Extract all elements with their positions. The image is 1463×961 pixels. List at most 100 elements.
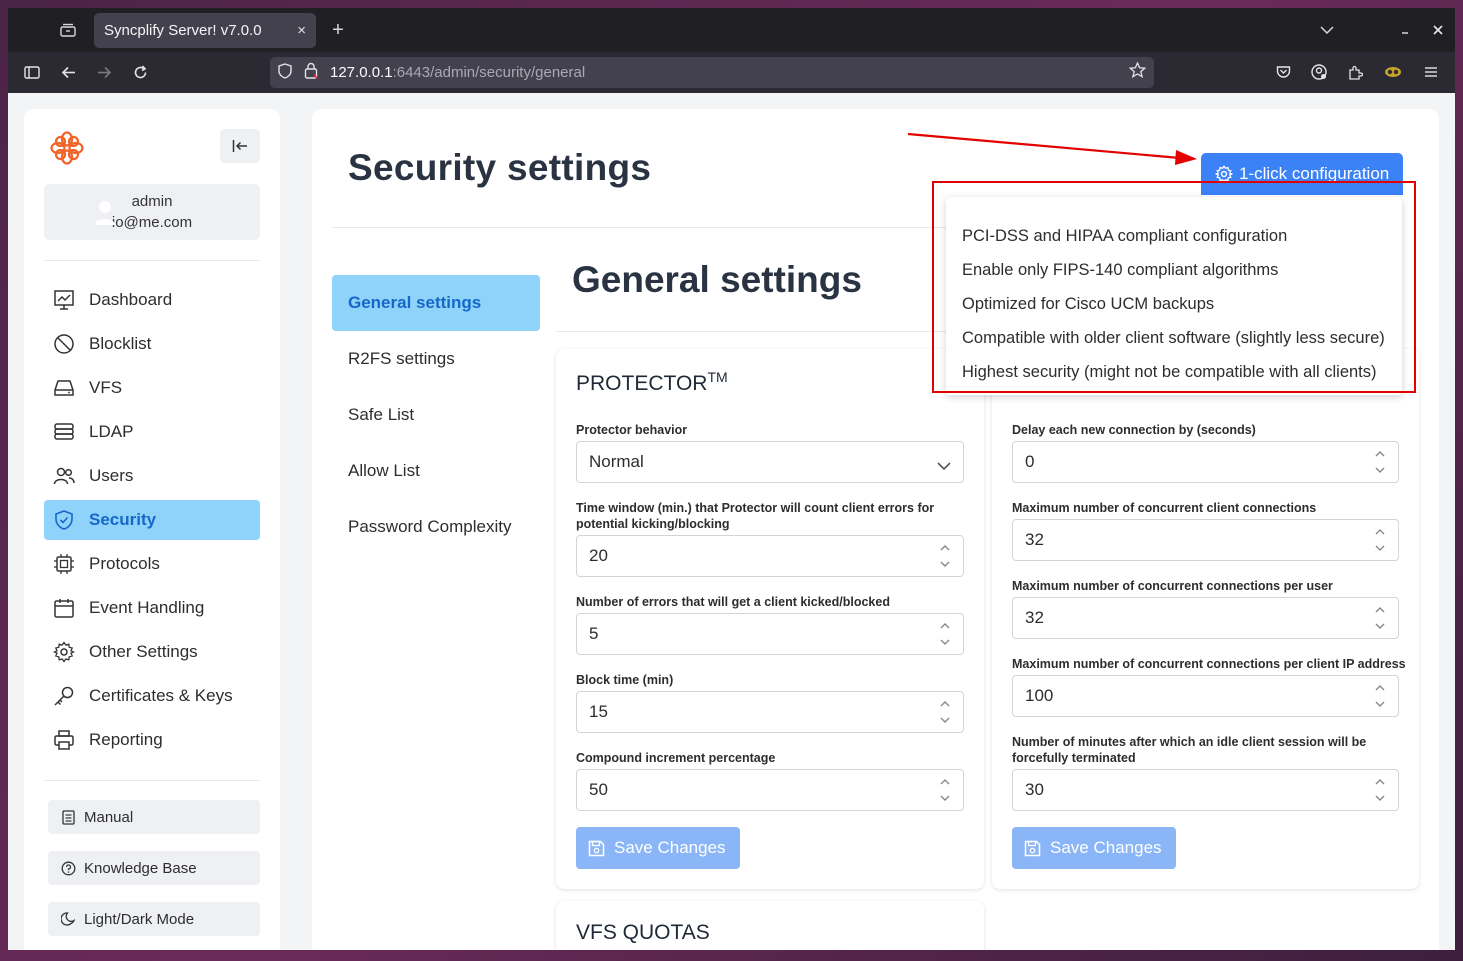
time-window-label: Time window (min.) that Protector will c…: [576, 501, 935, 531]
protector-save-label: Save Changes: [614, 838, 726, 857]
manual-button[interactable]: Manual: [48, 800, 260, 834]
user-email: io@me.com: [111, 214, 193, 231]
stepper-icon[interactable]: [1374, 448, 1386, 476]
knowledge-base-button[interactable]: Knowledge Base: [48, 851, 260, 885]
database-icon: [52, 420, 76, 444]
block-time-input[interactable]: 15: [576, 691, 964, 733]
connections-save-button[interactable]: Save Changes: [1012, 827, 1176, 869]
url-path: :6443/admin/security/general: [392, 64, 586, 81]
syncplify-logo-icon[interactable]: [50, 131, 84, 165]
extensions-icon[interactable]: [1341, 58, 1369, 86]
stepper-icon[interactable]: [939, 776, 951, 804]
back-icon[interactable]: [54, 58, 82, 86]
theme-toggle-button[interactable]: Light/Dark Mode: [48, 902, 260, 936]
section-divider: [556, 331, 976, 332]
sidebar-item-event-handling[interactable]: Event Handling: [44, 588, 260, 628]
sidebar-item-label: Users: [89, 466, 134, 485]
protector-card: PROTECTORTM Protector behavior Normal Ti…: [556, 349, 984, 889]
bookmark-star-icon[interactable]: [1128, 61, 1147, 83]
subnav-password-complexity[interactable]: Password Complexity: [332, 499, 540, 555]
avatar: [94, 199, 116, 225]
sidebar-item-users[interactable]: Users: [44, 456, 260, 496]
close-window-icon[interactable]: [1424, 16, 1452, 44]
knowledge-base-label: Knowledge Base: [84, 859, 197, 877]
user-card[interactable]: admin io@me.com: [44, 184, 260, 240]
tab-close-icon[interactable]: ×: [297, 22, 306, 39]
user-name: admin: [131, 193, 173, 210]
delay-value: 0: [1025, 452, 1035, 471]
max-ip-input[interactable]: 100: [1012, 675, 1399, 717]
sidebar-item-certificates-keys[interactable]: Certificates & Keys: [44, 676, 260, 716]
errors-value: 5: [589, 624, 599, 643]
menu-icon[interactable]: [1417, 58, 1445, 86]
floppy-disk-icon: [1024, 840, 1041, 857]
sidebar-item-label: Other Settings: [89, 642, 198, 661]
url-bar[interactable]: 127.0.0.1:6443/admin/security/general: [270, 57, 1154, 88]
collapse-sidebar-button[interactable]: [220, 129, 260, 163]
compound-label: Compound increment percentage: [576, 751, 776, 765]
reload-icon[interactable]: [126, 58, 154, 86]
pocket-icon[interactable]: [1269, 58, 1297, 86]
subnav-general-settings[interactable]: General settings: [332, 275, 540, 331]
tab-overview-icon[interactable]: [54, 16, 82, 44]
lock-icon[interactable]: [304, 62, 318, 83]
protector-save-button[interactable]: Save Changes: [576, 827, 740, 869]
browser-tab[interactable]: Syncplify Server! v7.0.0 ×: [94, 13, 316, 48]
time-window-input[interactable]: 20: [576, 535, 964, 577]
stepper-icon[interactable]: [1374, 682, 1386, 710]
extension-glasses-icon[interactable]: [1379, 58, 1407, 86]
url-host: 127.0.0.1: [330, 64, 393, 81]
sidebar-item-blocklist[interactable]: Blocklist: [44, 324, 260, 364]
sidebar-item-ldap[interactable]: LDAP: [44, 412, 260, 452]
stepper-icon[interactable]: [1374, 604, 1386, 632]
sidebar-item-label: Dashboard: [89, 290, 173, 309]
compound-input[interactable]: 50: [576, 769, 964, 811]
users-icon: [52, 464, 76, 488]
tab-list-icon[interactable]: [1313, 16, 1341, 44]
stepper-icon[interactable]: [1374, 526, 1386, 554]
vfs-quotas-title: VFS QUOTAS: [576, 921, 710, 944]
account-icon[interactable]: [1305, 58, 1333, 86]
stepper-icon[interactable]: [939, 620, 951, 648]
page-title: Security settings: [348, 147, 652, 188]
max-client-input[interactable]: 32: [1012, 519, 1399, 561]
connection-card: Delay each new connection by (seconds) 0…: [992, 349, 1419, 889]
annotation-highlight-box: [932, 181, 1416, 393]
stepper-icon[interactable]: [939, 698, 951, 726]
user-info: admin io@me.com: [112, 191, 192, 233]
stepper-icon[interactable]: [939, 542, 951, 570]
errors-label: Number of errors that will get a client …: [576, 595, 890, 609]
compound-value: 50: [589, 780, 608, 799]
sidebar-item-security[interactable]: Security: [44, 500, 260, 540]
protector-behavior-label: Protector behavior: [576, 423, 688, 437]
sidebar-item-other-settings[interactable]: Other Settings: [44, 632, 260, 672]
max-user-input[interactable]: 32: [1012, 597, 1399, 639]
stepper-icon[interactable]: [1374, 776, 1386, 804]
sidebar-item-vfs[interactable]: VFS: [44, 368, 260, 408]
sidebar: admin io@me.com Dashboard Blocklist VFS …: [24, 109, 280, 950]
subnav-safe-list[interactable]: Safe List: [332, 387, 540, 443]
errors-input[interactable]: 5: [576, 613, 964, 655]
sidebar-item-protocols[interactable]: Protocols: [44, 544, 260, 584]
max-user-value: 32: [1025, 608, 1044, 627]
protector-behavior-select[interactable]: Normal: [576, 441, 964, 483]
tracking-shield-icon[interactable]: [278, 63, 292, 83]
sidebar-item-dashboard[interactable]: Dashboard: [44, 280, 260, 320]
sidebar-item-reporting[interactable]: Reporting: [44, 720, 260, 760]
subnav-allow-list[interactable]: Allow List: [332, 443, 540, 499]
idle-input[interactable]: 30: [1012, 769, 1399, 811]
protector-title: PROTECTORTM: [576, 369, 728, 395]
browser-window: Syncplify Server! v7.0.0 × + 127.0.0.1:…: [8, 8, 1455, 950]
sidebar-toggle-icon[interactable]: [18, 58, 46, 86]
protector-behavior-value: Normal: [589, 452, 644, 471]
new-tab-button[interactable]: +: [324, 16, 352, 44]
calendar-icon: [52, 596, 76, 620]
nav-bar: 127.0.0.1:6443/admin/security/general: [8, 52, 1455, 93]
delay-input[interactable]: 0: [1012, 441, 1399, 483]
forward-icon[interactable]: [90, 58, 118, 86]
moon-icon: [60, 911, 76, 927]
chevron-down-icon: [937, 456, 951, 471]
subnav-r2fs-settings[interactable]: R2FS settings: [332, 331, 540, 387]
minimize-icon[interactable]: [1391, 16, 1419, 44]
trademark-mark: TM: [707, 369, 728, 385]
